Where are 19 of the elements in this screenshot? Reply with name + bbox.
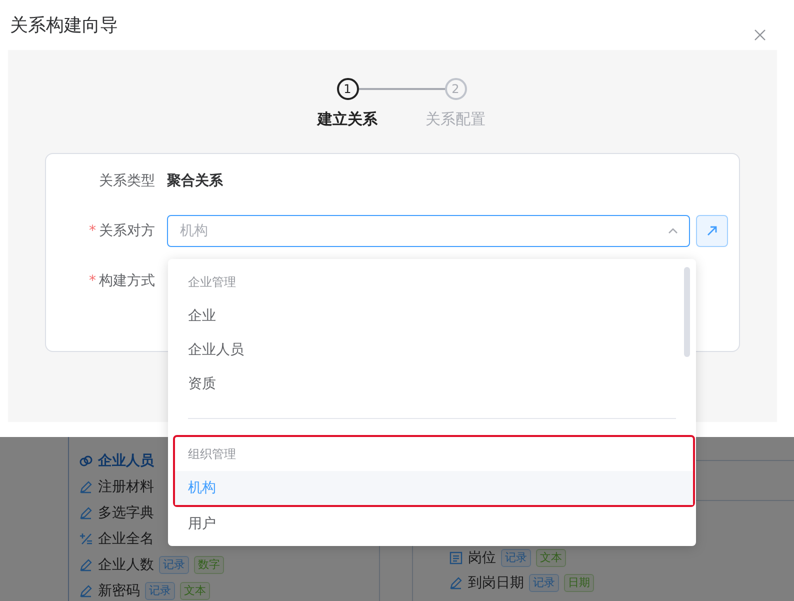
field-label: 关系类型 (98, 172, 156, 190)
type-tag: 文本 (180, 582, 210, 600)
step-number: 1 (336, 78, 358, 100)
group-title: 企业管理 (187, 274, 237, 290)
type-tag: 日期 (564, 574, 594, 592)
field-label: * 构建方式 (88, 272, 156, 290)
relation-type-value: 聚合关系 (167, 172, 223, 190)
dialog-title: 关系构建向导 (10, 14, 118, 37)
group-title: 组织管理 (187, 446, 237, 462)
type-tag: 记录 (159, 556, 189, 574)
type-tag: 记录 (145, 582, 175, 600)
type-tag: 记录 (529, 574, 559, 592)
field-label: * 关系对方 (88, 222, 156, 240)
step-label: 关系配置 (426, 110, 486, 129)
type-tag: 数字 (194, 556, 224, 574)
type-tag: 文本 (536, 548, 566, 566)
type-tag: 记录 (501, 548, 531, 566)
step-label: 建立关系 (318, 110, 378, 129)
step-number: 2 (444, 78, 466, 100)
